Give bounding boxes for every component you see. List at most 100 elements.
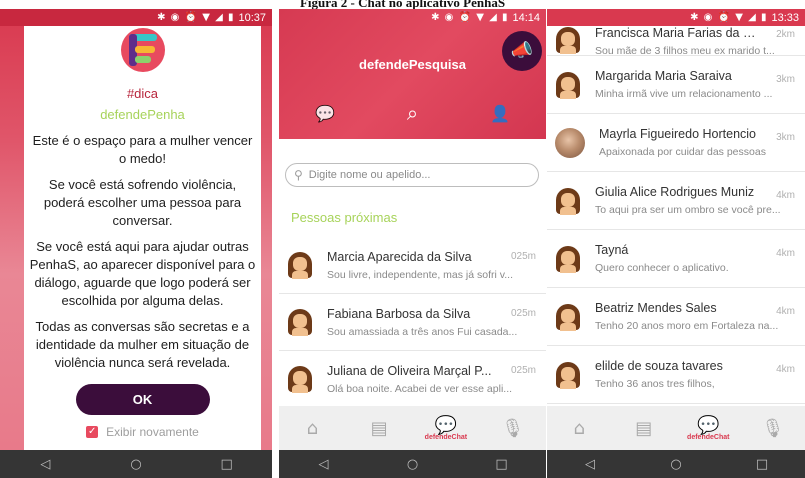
chat-icon: 💬 <box>697 415 720 436</box>
person-message: Apaixonada por cuidar das pessoas <box>599 146 766 158</box>
status-icons: ✱ ◉ ⏰ ▼ ◢ ▮ <box>431 12 509 23</box>
person-name: Giulia Alice Rodrigues Muniz <box>595 185 755 199</box>
android-nav-bar: ◁ ○ □ <box>279 450 546 478</box>
list-item[interactable]: Tayná Quero conhecer o aplicativo. 4km <box>547 230 805 288</box>
person-distance: 4km <box>776 306 795 317</box>
person-message: Minha irmã vive um relacionamento ... <box>595 88 773 100</box>
avatar <box>555 26 581 54</box>
dialog-paragraph: Se você está aqui para ajudar outras Pen… <box>29 239 256 308</box>
back-icon[interactable]: ◁ <box>575 457 605 472</box>
search-icon: ⚲ <box>294 168 303 182</box>
person-name: Beatriz Mendes Sales <box>595 301 717 315</box>
list-item[interactable]: Francisca Maria Farias da Silva Sou mãe … <box>547 26 805 57</box>
person-name: Mayrla Figueiredo Hortencio <box>599 127 757 141</box>
ok-button[interactable]: OK <box>75 384 210 415</box>
bottom-tab-bar: ⌂ ▤ 💬 defendeChat 🎙 <box>279 406 546 450</box>
search-box[interactable]: ⚲ <box>285 163 539 187</box>
dialog-brand: defendePenha <box>100 107 185 122</box>
person-message: Olá boa noite. Acabei de ver esse apli..… <box>327 382 513 395</box>
back-icon[interactable]: ◁ <box>309 457 339 472</box>
news-icon[interactable]: ▤ <box>354 418 404 439</box>
back-icon[interactable]: ◁ <box>30 457 60 472</box>
home-circle-icon[interactable]: ○ <box>661 457 691 472</box>
microphone-icon[interactable]: 🎙 <box>748 418 798 439</box>
microphone-icon[interactable]: 🎙 <box>488 418 538 439</box>
list-item[interactable]: Beatriz Mendes Sales Tenho 20 anos moro … <box>547 288 805 346</box>
avatar <box>287 251 313 279</box>
avatar <box>287 365 313 393</box>
news-icon[interactable]: ▤ <box>619 418 669 439</box>
recents-icon[interactable]: □ <box>487 457 517 472</box>
status-icons: ✱ ◉ ⏰ ▼ ◢ ▮ <box>690 12 768 23</box>
status-time: 10:37 <box>238 11 266 24</box>
tab-label: defendeChat <box>424 434 468 441</box>
android-nav-bar: ◁ ○ □ <box>0 450 272 478</box>
person-name: Tayná <box>595 243 629 257</box>
person-message: Tenho 36 anos tres filhos, <box>595 378 715 390</box>
avatar-photo <box>555 127 585 158</box>
people-list: Francisca Maria Farias da Silva Sou mãe … <box>547 26 805 404</box>
person-distance: 2km <box>776 29 795 40</box>
home-icon[interactable]: ⌂ <box>287 418 337 439</box>
phone-screen-search: ✱ ◉ ⏰ ▼ ◢ ▮ 14:14 defendePesquisa 📣 💬 ⌕ … <box>279 9 546 478</box>
person-name: Margarida Maria Saraiva <box>595 69 732 83</box>
tab-defende-chat[interactable]: 💬 defendeChat <box>683 415 733 441</box>
bottom-tab-bar: ⌂ ▤ 💬 defendeChat 🎙 <box>547 406 805 450</box>
home-circle-icon[interactable]: ○ <box>121 457 151 472</box>
person-name: elilde de souza tavares <box>595 359 723 373</box>
person-distance: 4km <box>776 190 795 201</box>
search-icon[interactable]: ⌕ <box>407 101 418 125</box>
dialog-paragraph: Este é o espaço para a mulher vencer o m… <box>32 133 253 166</box>
person-distance: 4km <box>776 248 795 259</box>
home-circle-icon[interactable]: ○ <box>398 457 428 472</box>
status-time: 14:14 <box>512 11 540 24</box>
person-distance: 4km <box>776 364 795 375</box>
status-icons: ✱ ◉ ⏰ ▼ ◢ ▮ <box>157 12 235 23</box>
show-again-checkbox[interactable]: ✓ <box>86 426 99 438</box>
avatar <box>555 361 581 389</box>
list-item[interactable]: Margarida Maria Saraiva Minha irmã vive … <box>547 56 805 114</box>
person-distance: 025m <box>510 365 536 376</box>
person-name: Francisca Maria Farias da Silva <box>595 26 771 40</box>
list-item[interactable]: Giulia Alice Rodrigues Muniz To aqui pra… <box>547 172 805 230</box>
list-item[interactable]: Juliana de Oliveira Marçal P... Olá boa … <box>279 351 546 408</box>
section-title: Pessoas próximas <box>291 210 398 225</box>
dialog-paragraph: Todas as conversas são secretas e a iden… <box>35 319 250 370</box>
person-distance: 025m <box>510 251 536 262</box>
show-again-label: Exibir novamente <box>106 425 199 439</box>
tip-dialog: #dica defendePenha Este é o espaço para … <box>24 26 261 450</box>
chat-bubbles-icon[interactable]: 💬 <box>315 104 335 123</box>
home-icon[interactable]: ⌂ <box>554 418 604 439</box>
avatar <box>287 308 313 336</box>
person-message: To aqui pra ser um ombro se você pre... <box>595 204 781 216</box>
list-item[interactable]: Mayrla Figueiredo Hortencio Apaixonada p… <box>547 114 805 172</box>
recents-icon[interactable]: □ <box>747 457 777 472</box>
status-time: 13:33 <box>771 11 799 24</box>
android-nav-bar: ◁ ○ □ <box>547 450 805 478</box>
tab-label: defendeChat <box>687 434 730 441</box>
hero-actions: 💬 ⌕ 👤 <box>279 101 546 125</box>
status-bar: ✱ ◉ ⏰ ▼ ◢ ▮ 10:37 <box>0 9 272 26</box>
person-message: Sou livre, independente, mas já sofri v.… <box>327 268 513 281</box>
person-distance: 3km <box>776 132 795 143</box>
show-again-row[interactable]: ✓ Exibir novamente <box>24 425 261 439</box>
search-input[interactable] <box>308 169 519 181</box>
tab-defende-chat[interactable]: 💬 defendeChat <box>421 415 471 441</box>
nearby-people-list: Marcia Aparecida da Silva Sou livre, ind… <box>279 237 546 408</box>
list-item[interactable]: elilde de souza tavares Tenho 36 anos tr… <box>547 346 805 404</box>
recents-icon[interactable]: □ <box>212 457 242 472</box>
status-bar: ✱ ◉ ⏰ ▼ ◢ ▮ 14:14 <box>279 9 546 26</box>
megaphone-icon[interactable]: 📣 <box>502 31 542 71</box>
avatar <box>555 303 581 331</box>
avatar <box>555 71 581 99</box>
user-alert-icon[interactable]: 👤 <box>490 104 510 123</box>
person-message: Sou amassiada a três anos Fui casada... <box>327 325 518 338</box>
avatar <box>555 187 581 215</box>
person-distance: 3km <box>776 74 795 85</box>
list-item[interactable]: Marcia Aparecida da Silva Sou livre, ind… <box>279 237 546 294</box>
dialog-paragraph: Se você está sofrendo violência, poderá … <box>43 177 242 228</box>
chat-icon: 💬 <box>434 415 458 436</box>
person-message: Quero conhecer o aplicativo. <box>595 262 729 274</box>
list-item[interactable]: Fabiana Barbosa da Silva Sou amassiada a… <box>279 294 546 351</box>
status-bar: ✱ ◉ ⏰ ▼ ◢ ▮ 13:33 <box>547 9 805 26</box>
